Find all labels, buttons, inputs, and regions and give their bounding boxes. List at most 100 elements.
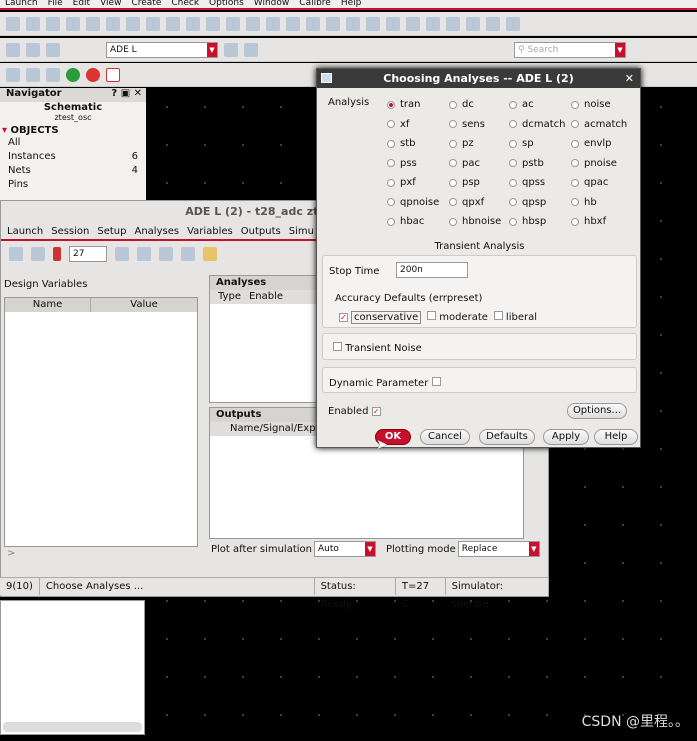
ade-menu-analyses[interactable]: Analyses xyxy=(134,223,179,239)
radio-xf[interactable]: xf xyxy=(387,119,409,130)
radio-tran[interactable]: tran xyxy=(387,99,421,110)
radio-noise[interactable]: noise xyxy=(571,99,611,110)
radio-hbnoise[interactable]: hbnoise xyxy=(449,216,501,227)
apply-button[interactable]: Apply xyxy=(543,429,589,445)
stretch-icon[interactable] xyxy=(126,16,140,31)
navigator-item[interactable]: Nets 4 xyxy=(0,164,146,178)
panel-controls-icon[interactable]: ? ▣ ✕ xyxy=(111,88,142,102)
menu-help[interactable]: Help xyxy=(341,0,362,8)
radio-ac[interactable]: ac xyxy=(509,99,534,110)
radio-qpac[interactable]: qpac xyxy=(571,177,608,188)
bag-icon[interactable] xyxy=(159,247,173,261)
defaults-button[interactable]: Defaults xyxy=(479,429,535,445)
align-icon[interactable] xyxy=(286,16,300,31)
pin-icon[interactable] xyxy=(246,16,260,31)
device-icon[interactable] xyxy=(506,16,520,31)
radio-hb[interactable]: hb xyxy=(571,197,597,208)
radio-button[interactable] xyxy=(571,120,579,128)
accuracy-moderate[interactable]: moderate xyxy=(427,311,488,323)
radio-button[interactable] xyxy=(387,120,395,128)
radio-button[interactable] xyxy=(571,198,579,206)
text-icon[interactable] xyxy=(266,16,280,31)
run-icon[interactable] xyxy=(66,67,80,82)
radio-hbsp[interactable]: hbsp xyxy=(509,216,546,227)
help-button[interactable]: Help xyxy=(594,429,638,445)
navigator-item[interactable]: All xyxy=(0,136,146,150)
new-icon[interactable] xyxy=(6,16,20,31)
radio-button[interactable] xyxy=(449,120,457,128)
radio-dc[interactable]: dc xyxy=(449,99,474,110)
window-icon[interactable] xyxy=(224,42,238,57)
undo-icon[interactable] xyxy=(206,16,220,31)
radio-button[interactable] xyxy=(509,198,517,206)
label-icon[interactable] xyxy=(186,16,200,31)
radio-psp[interactable]: psp xyxy=(449,177,480,188)
menu-file[interactable]: File xyxy=(48,0,63,8)
menu-edit[interactable]: Edit xyxy=(73,0,90,8)
radio-button[interactable] xyxy=(509,159,517,167)
waveform-icon[interactable] xyxy=(106,67,120,82)
menu-check[interactable]: Check xyxy=(171,0,199,8)
radio-stb[interactable]: stb xyxy=(387,138,415,149)
model-icon[interactable] xyxy=(115,247,129,261)
radio-button[interactable] xyxy=(387,159,395,167)
radio-button[interactable] xyxy=(571,100,579,109)
checkbox[interactable] xyxy=(493,311,503,320)
radio-button[interactable] xyxy=(449,139,457,148)
setup-icon[interactable] xyxy=(31,247,45,261)
folder-icon[interactable] xyxy=(203,247,217,261)
netlist-icon[interactable] xyxy=(137,247,151,261)
menu-view[interactable]: View xyxy=(100,0,121,8)
radio-pac[interactable]: pac xyxy=(449,158,480,169)
radio-sp[interactable]: sp xyxy=(509,138,534,149)
move-icon[interactable] xyxy=(86,16,100,31)
radio-sens[interactable]: sens xyxy=(449,119,485,130)
radio-button[interactable] xyxy=(449,159,457,167)
radio-acmatch[interactable]: acmatch xyxy=(571,119,627,130)
close-icon[interactable]: ✕ xyxy=(625,69,634,88)
checkbox[interactable]: ✓ xyxy=(339,312,348,322)
radio-hbac[interactable]: hbac xyxy=(387,216,424,227)
zoom-fit-icon[interactable] xyxy=(366,16,380,31)
menu-options[interactable]: Options xyxy=(209,0,244,8)
radio-button[interactable] xyxy=(387,139,395,148)
more-icon[interactable] xyxy=(306,16,320,31)
accuracy-liberal[interactable]: liberal xyxy=(493,311,537,323)
session-icon[interactable] xyxy=(9,247,23,261)
dynamic-parameter-checkbox[interactable] xyxy=(431,377,441,386)
radio-button[interactable] xyxy=(449,217,457,226)
options-button[interactable]: Options... xyxy=(567,403,627,419)
window-edit-icon[interactable] xyxy=(244,42,258,57)
search-input[interactable]: ⚲ Search ▼ xyxy=(514,41,626,58)
ade-menu-setup[interactable]: Setup xyxy=(97,223,126,239)
save-icon[interactable] xyxy=(46,16,60,31)
radio-hbxf[interactable]: hbxf xyxy=(571,216,606,227)
radio-button[interactable] xyxy=(387,178,395,187)
radio-button[interactable] xyxy=(449,100,457,109)
collapse-icon[interactable]: ▾ xyxy=(2,125,7,136)
zoom-select-icon[interactable] xyxy=(386,16,400,31)
radio-envlp[interactable]: envlp xyxy=(571,138,612,149)
radio-button[interactable] xyxy=(387,217,395,226)
radio-pstb[interactable]: pstb xyxy=(509,158,544,169)
netlist-icon[interactable] xyxy=(26,67,40,82)
wire-icon[interactable] xyxy=(226,16,240,31)
radio-button[interactable] xyxy=(449,178,457,187)
radio-button[interactable] xyxy=(509,100,517,109)
radio-button[interactable] xyxy=(509,178,517,187)
command-prompt[interactable]: > xyxy=(7,548,15,559)
cancel-button[interactable]: Cancel xyxy=(420,429,470,445)
zoom-out-icon[interactable] xyxy=(346,16,360,31)
radio-qpnoise[interactable]: qpnoise xyxy=(387,197,439,208)
undo-icon[interactable] xyxy=(6,42,20,57)
save-as-icon[interactable] xyxy=(66,16,80,31)
horizontal-scrollbar[interactable] xyxy=(3,722,142,732)
radio-pss[interactable]: pss xyxy=(387,158,417,169)
temperature-input[interactable]: 27 xyxy=(69,246,107,262)
radio-button[interactable] xyxy=(387,100,395,109)
radio-pxf[interactable]: pxf xyxy=(387,177,416,188)
radio-pnoise[interactable]: pnoise xyxy=(571,158,617,169)
ade-menu-session[interactable]: Session xyxy=(51,223,89,239)
navigator-item[interactable]: Instances 6 xyxy=(0,150,146,164)
radio-button[interactable] xyxy=(509,120,517,128)
